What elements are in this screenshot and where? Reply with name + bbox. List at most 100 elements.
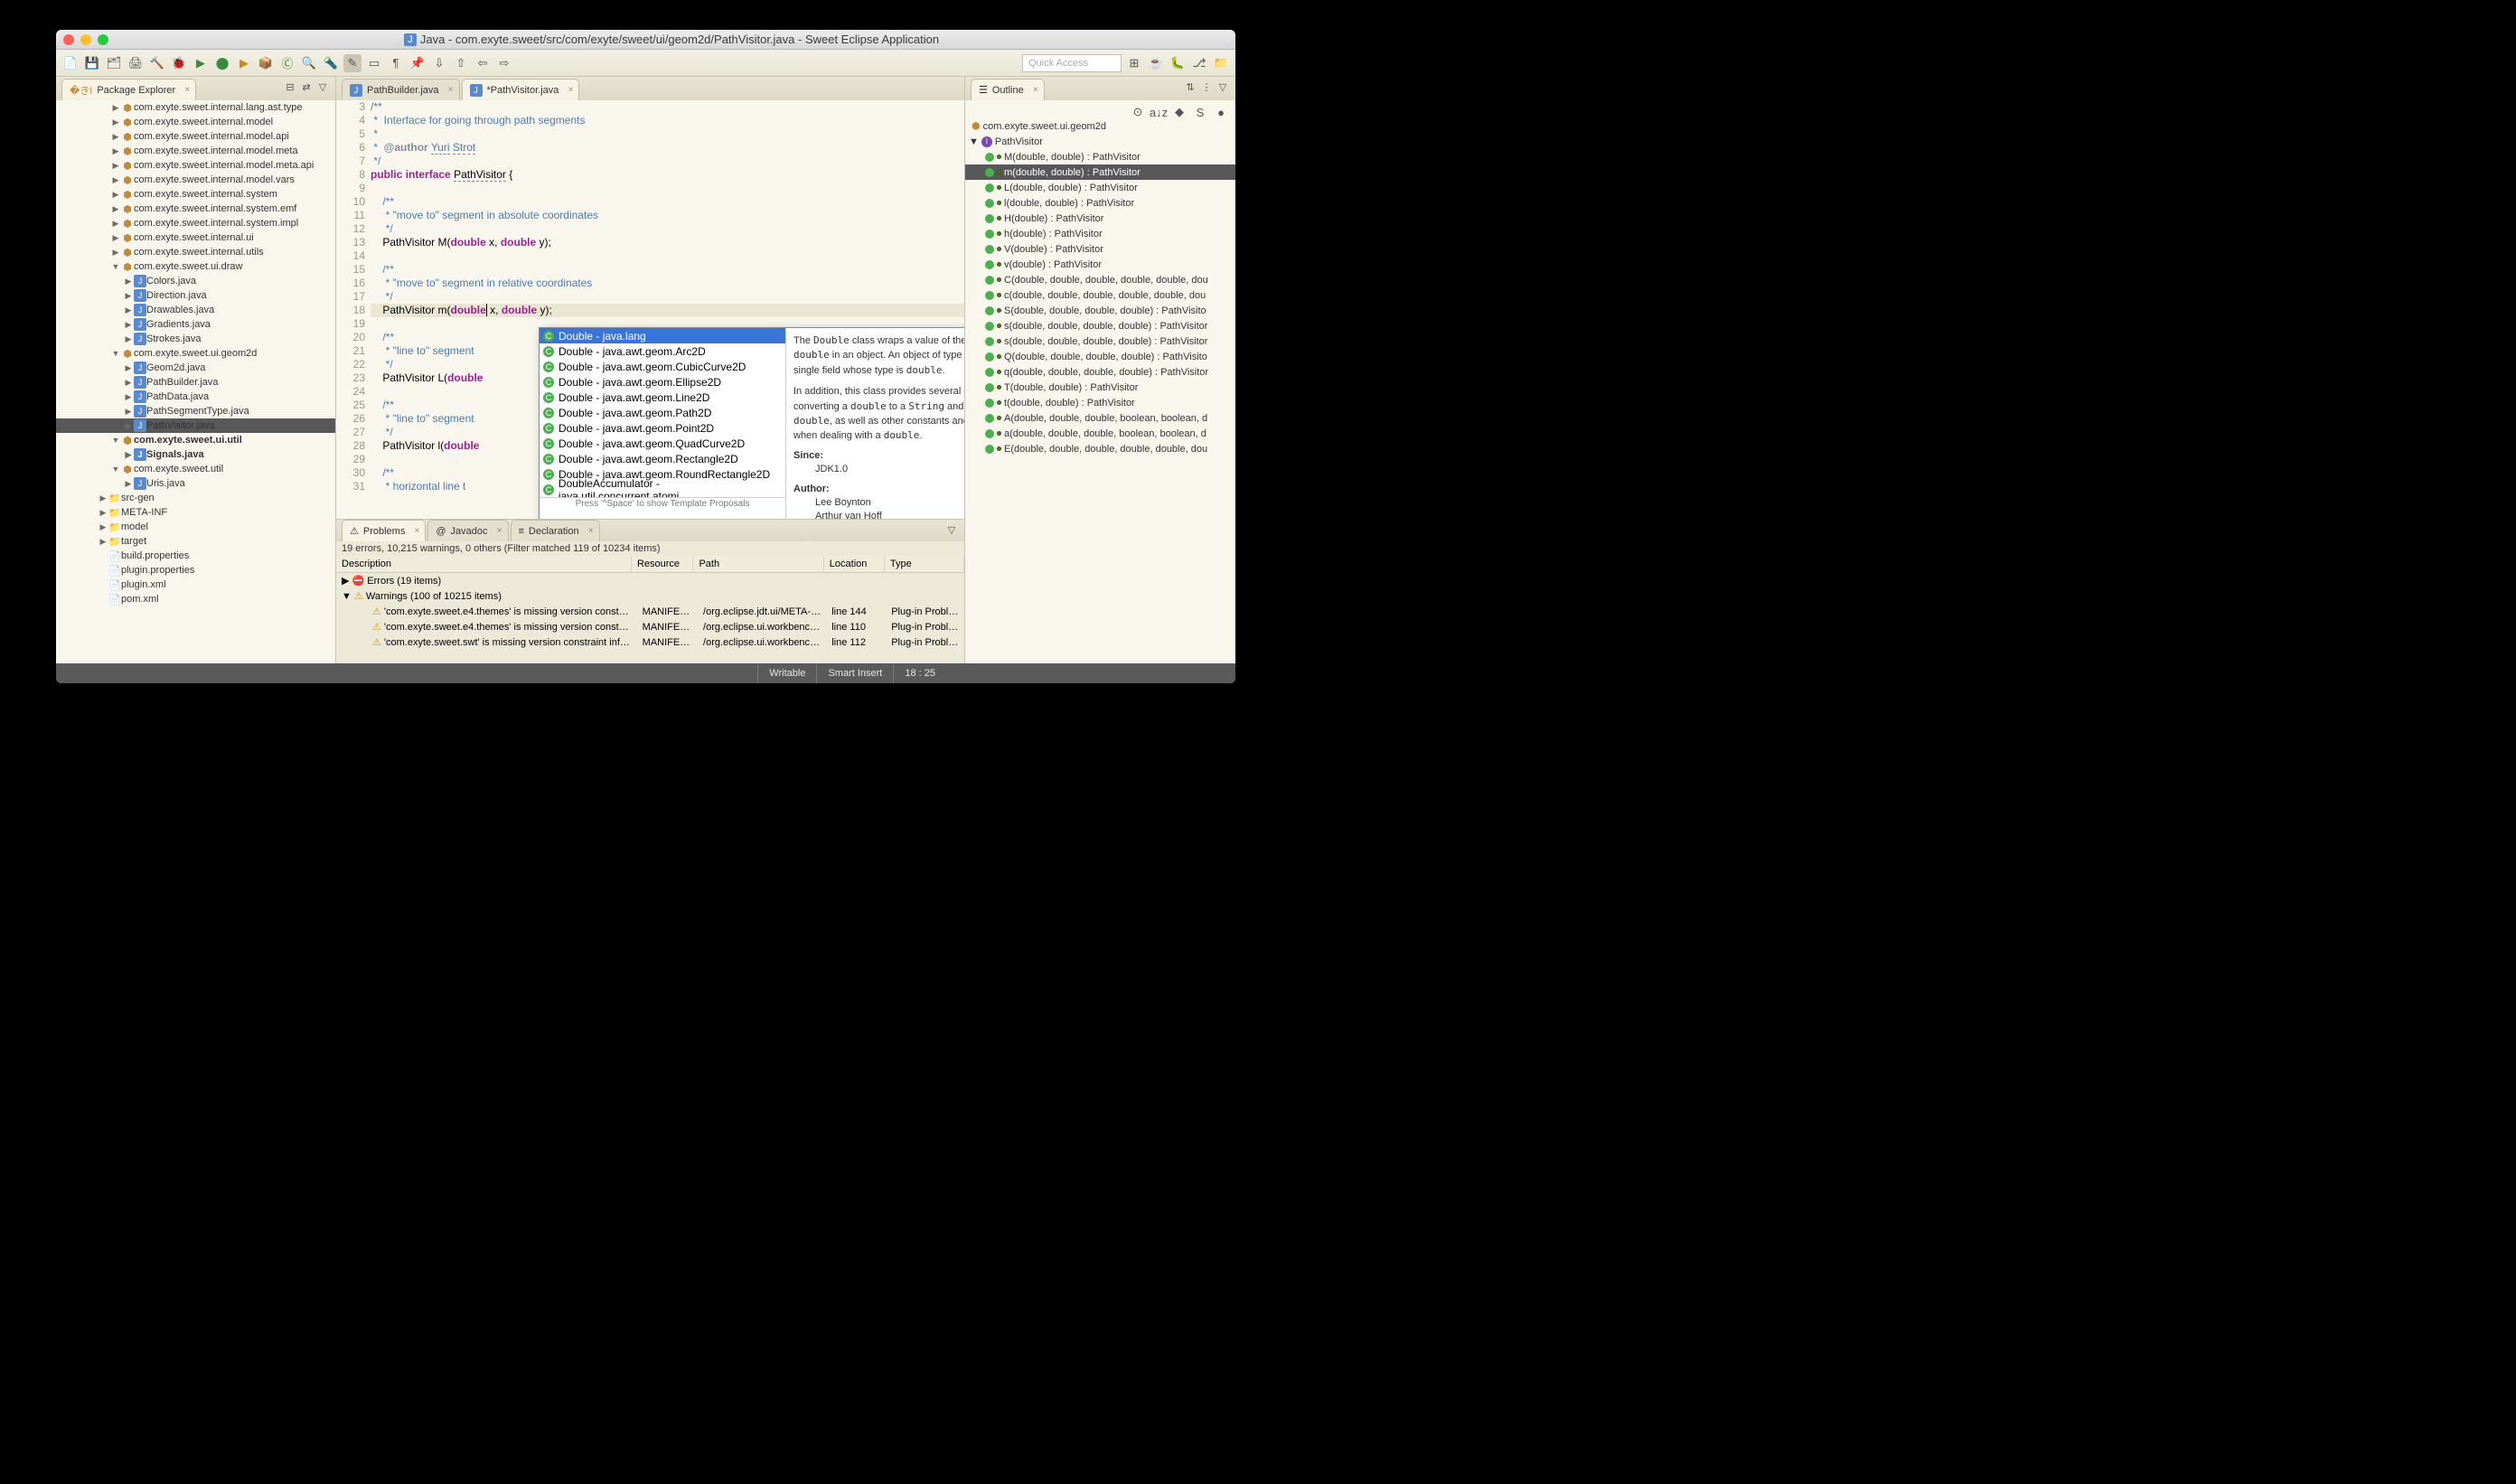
- outline-method[interactable]: L(double, double) : PathVisitor: [965, 180, 1235, 195]
- new-package-button[interactable]: 📦: [257, 54, 275, 72]
- tree-item[interactable]: ▶JDrawables.java: [56, 303, 335, 317]
- view-menu-button[interactable]: ▽: [944, 522, 959, 537]
- problems-table[interactable]: DescriptionResourcePathLocationType ▶ ⛔ …: [336, 556, 964, 663]
- bottom-tab-problems[interactable]: ⚠Problems×: [342, 520, 426, 541]
- save-all-button[interactable]: 🗂: [105, 54, 123, 72]
- git-perspective-button[interactable]: ⎇: [1190, 54, 1208, 72]
- package-explorer-tab[interactable]: �きI Package Explorer ×: [61, 79, 196, 100]
- tree-item[interactable]: 📄plugin.xml: [56, 578, 335, 592]
- problem-row[interactable]: ⚠ 'com.exyte.sweet.swt' is missing versi…: [336, 634, 964, 650]
- outline-method[interactable]: E(double, double, double, double, double…: [965, 441, 1235, 456]
- outline-method[interactable]: H(double) : PathVisitor: [965, 211, 1235, 226]
- sort-button[interactable]: ⇅: [1183, 80, 1197, 94]
- search-button[interactable]: 🔦: [322, 54, 340, 72]
- forward-button[interactable]: ⇨: [495, 54, 513, 72]
- close-icon[interactable]: ×: [1033, 85, 1038, 95]
- tree-item[interactable]: ▶JDirection.java: [56, 288, 335, 303]
- hide-fields-button[interactable]: ◆: [1170, 103, 1188, 121]
- tree-item[interactable]: ▶📁model: [56, 520, 335, 534]
- next-annotation-button[interactable]: ⇩: [430, 54, 448, 72]
- view-menu-button[interactable]: ▽: [315, 80, 330, 94]
- close-window-button[interactable]: [63, 34, 74, 45]
- focus-button[interactable]: ⊙: [1129, 103, 1147, 121]
- proposal-item[interactable]: CDoubleAccumulator - java.util.concurren…: [540, 482, 785, 497]
- tree-item[interactable]: ▶JUris.java: [56, 476, 335, 491]
- outline-method[interactable]: c(double, double, double, double, double…: [965, 287, 1235, 303]
- filter-button[interactable]: ⋮: [1199, 80, 1214, 94]
- new-button[interactable]: 📄: [61, 54, 80, 72]
- proposal-item[interactable]: CDouble - java.awt.geom.Line2D: [540, 390, 785, 405]
- close-icon[interactable]: ×: [588, 526, 594, 536]
- tree-item[interactable]: ▶JGeom2d.java: [56, 361, 335, 375]
- quick-access-input[interactable]: Quick Access: [1022, 54, 1122, 72]
- tree-item[interactable]: ▶⬢com.exyte.sweet.internal.model.meta.ap…: [56, 158, 335, 173]
- toggle-mark-button[interactable]: ✎: [343, 54, 361, 72]
- tree-item[interactable]: 📄plugin.properties: [56, 563, 335, 578]
- column-header[interactable]: Path: [693, 556, 823, 572]
- back-button[interactable]: ⇦: [474, 54, 492, 72]
- tree-item[interactable]: ▶⬢com.exyte.sweet.internal.model.vars: [56, 173, 335, 187]
- outline-method[interactable]: T(double, double) : PathVisitor: [965, 380, 1235, 395]
- close-icon[interactable]: ×: [568, 85, 574, 95]
- debug-perspective-button[interactable]: 🐛: [1169, 54, 1187, 72]
- outline-method[interactable]: h(double) : PathVisitor: [965, 226, 1235, 241]
- problem-row[interactable]: ⚠ 'com.exyte.sweet.e4.themes' is missing…: [336, 604, 964, 619]
- outline-method[interactable]: s(double, double, double, double) : Path…: [965, 318, 1235, 333]
- outline-method[interactable]: m(double, double) : PathVisitor: [965, 164, 1235, 180]
- proposal-list[interactable]: CDouble - java.langCDouble - java.awt.ge…: [540, 328, 785, 497]
- tree-item[interactable]: ▶JPathVisitor.java: [56, 418, 335, 433]
- outline-tab[interactable]: ☰ Outline ×: [971, 79, 1045, 100]
- tree-item[interactable]: ▶JPathBuilder.java: [56, 375, 335, 390]
- proposal-item[interactable]: CDouble - java.awt.geom.QuadCurve2D: [540, 436, 785, 451]
- tree-item[interactable]: ▶JColors.java: [56, 274, 335, 288]
- outline-method[interactable]: l(double, double) : PathVisitor: [965, 195, 1235, 211]
- tree-item[interactable]: ▶JGradients.java: [56, 317, 335, 332]
- tree-item[interactable]: 📄pom.xml: [56, 592, 335, 606]
- outline-method[interactable]: M(double, double) : PathVisitor: [965, 149, 1235, 164]
- pin-button[interactable]: 📌: [408, 54, 427, 72]
- proposal-item[interactable]: CDouble - java.awt.geom.Arc2D: [540, 343, 785, 359]
- package-tree[interactable]: ▶⬢com.exyte.sweet.internal.lang.ast.type…: [56, 100, 335, 663]
- new-class-button[interactable]: Ⓒ: [278, 54, 296, 72]
- sort-button[interactable]: a↓z: [1150, 103, 1168, 121]
- outline-method[interactable]: C(double, double, double, double, double…: [965, 272, 1235, 287]
- prev-annotation-button[interactable]: ⇧: [452, 54, 470, 72]
- build-button[interactable]: 🔨: [148, 54, 166, 72]
- tree-item[interactable]: ▼⬢com.exyte.sweet.ui.draw: [56, 259, 335, 274]
- collapse-all-button[interactable]: ⊟: [283, 80, 297, 94]
- proposal-item[interactable]: CDouble - java.awt.geom.Path2D: [540, 405, 785, 420]
- column-header[interactable]: Location: [824, 556, 885, 572]
- close-icon[interactable]: ×: [497, 526, 502, 536]
- outline-method[interactable]: S(double, double, double, double) : Path…: [965, 303, 1235, 318]
- show-whitespace-button[interactable]: ¶: [387, 54, 405, 72]
- hide-nonpublic-button[interactable]: ●: [1212, 103, 1230, 121]
- tree-item[interactable]: ▼⬢com.exyte.sweet.ui.geom2d: [56, 346, 335, 361]
- minimize-window-button[interactable]: [80, 34, 91, 45]
- warning-group[interactable]: ▼ ⚠ Warnings (100 of 10215 items): [336, 588, 964, 604]
- column-header[interactable]: Description: [336, 556, 632, 572]
- save-button[interactable]: 💾: [83, 54, 101, 72]
- tree-item[interactable]: ▶⬢com.exyte.sweet.internal.system.impl: [56, 216, 335, 230]
- open-perspective-button[interactable]: ⊞: [1125, 54, 1143, 72]
- view-menu-button[interactable]: ▽: [1216, 80, 1230, 94]
- outline-method[interactable]: Q(double, double, double, double) : Path…: [965, 349, 1235, 364]
- tree-item[interactable]: ▶⬢com.exyte.sweet.internal.system.emf: [56, 202, 335, 216]
- java-perspective-button[interactable]: ☕: [1147, 54, 1165, 72]
- tree-item[interactable]: ▶JPathSegmentType.java: [56, 404, 335, 418]
- tree-item[interactable]: ▶JPathData.java: [56, 390, 335, 404]
- tree-item[interactable]: ▶📁src-gen: [56, 491, 335, 505]
- column-header[interactable]: Type: [885, 556, 964, 572]
- bottom-tab-declaration[interactable]: ≡Declaration×: [511, 520, 600, 541]
- tree-item[interactable]: ▶⬢com.exyte.sweet.internal.model.api: [56, 129, 335, 144]
- editor-tab[interactable]: JPathBuilder.java×: [342, 79, 460, 100]
- proposal-item[interactable]: CDouble - java.awt.geom.Ellipse2D: [540, 374, 785, 390]
- tree-item[interactable]: ▶JStrokes.java: [56, 332, 335, 346]
- editor-tab[interactable]: J*PathVisitor.java×: [462, 79, 580, 100]
- outline-method[interactable]: V(double) : PathVisitor: [965, 241, 1235, 257]
- proposal-item[interactable]: CDouble - java.awt.geom.Rectangle2D: [540, 451, 785, 466]
- outline-method[interactable]: q(double, double, double, double) : Path…: [965, 364, 1235, 380]
- tree-item[interactable]: ▶⬢com.exyte.sweet.internal.model.meta: [56, 144, 335, 158]
- tree-item[interactable]: ▶⬢com.exyte.sweet.internal.model: [56, 115, 335, 129]
- problem-row[interactable]: ⚠ 'com.exyte.sweet.e4.themes' is missing…: [336, 619, 964, 634]
- bottom-tab-javadoc[interactable]: @Javadoc×: [427, 520, 508, 541]
